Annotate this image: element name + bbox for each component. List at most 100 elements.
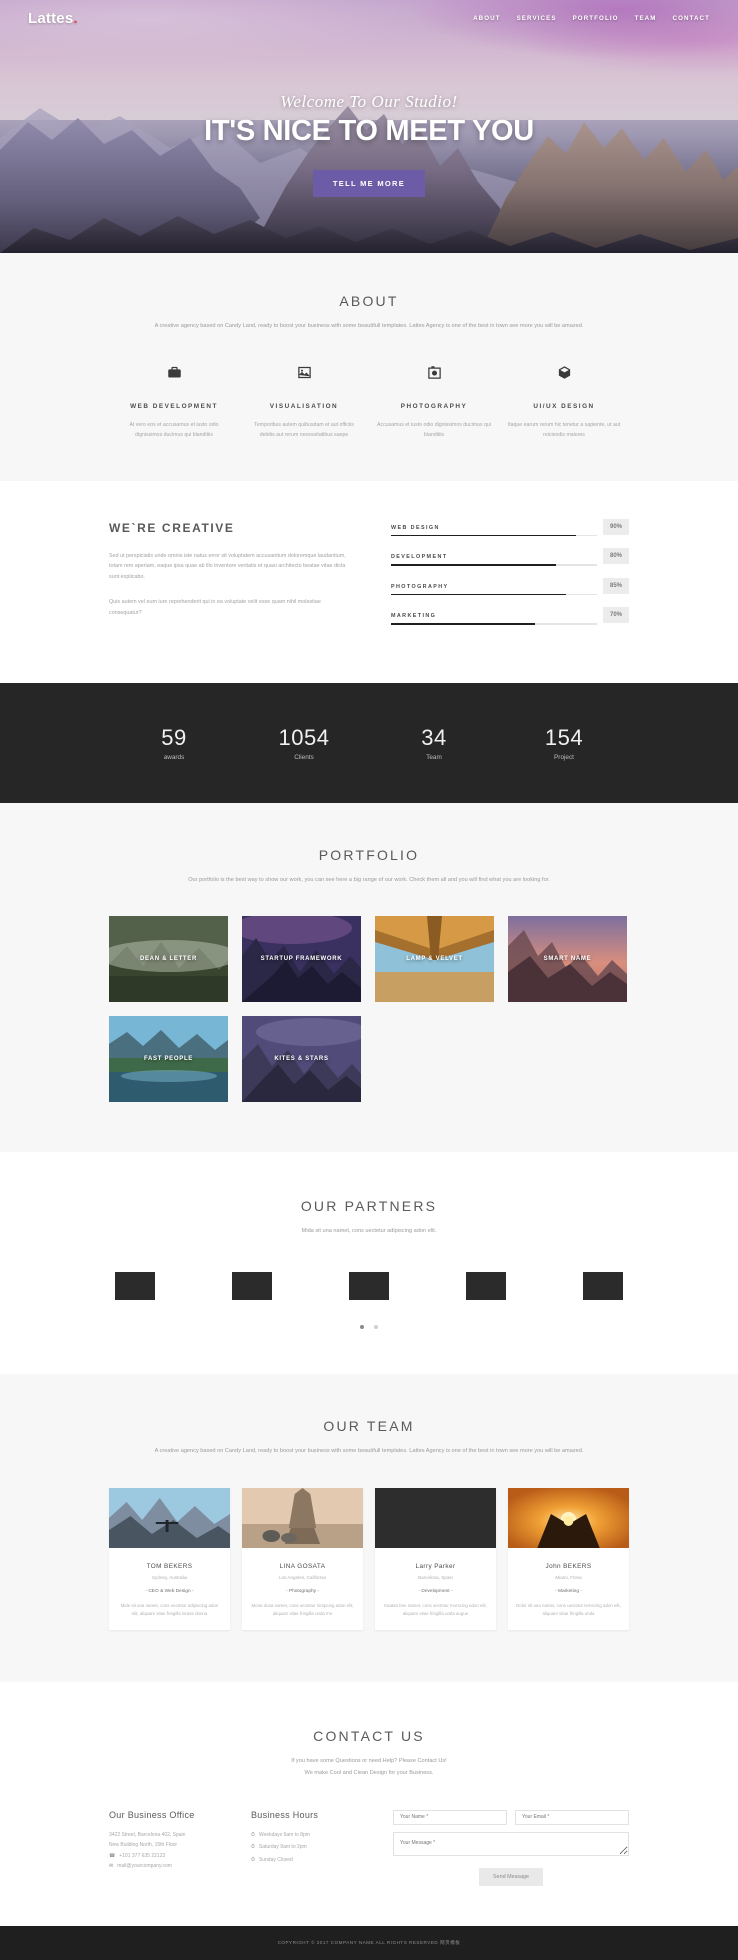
mail-icon: ✉ <box>109 1863 114 1870</box>
creative-section: WE`RE CREATIVE Sed ut perspiciatis unde … <box>0 480 738 683</box>
hero-title: IT'S NICE TO MEET YOU <box>204 115 534 147</box>
service-title: UI/UX DESIGN <box>533 402 595 410</box>
member-role: - Marketing - <box>555 1588 582 1594</box>
hours-weekdays: ⏱ Weekdays 9am to 8pm <box>251 1830 371 1841</box>
hours-text: Sunday Closed <box>258 1856 293 1863</box>
email-input[interactable] <box>515 1809 629 1825</box>
member-photo <box>375 1487 496 1548</box>
carousel-dot-2[interactable] <box>374 1325 379 1330</box>
nav-link-team[interactable]: TEAM <box>635 15 657 22</box>
counter-value: 34 <box>421 724 447 750</box>
skill-fill <box>391 534 577 537</box>
member-description: Mona dona namet, cons uectetur lorspcing… <box>251 1602 354 1617</box>
skill-photography: PHOTOGRAPHY 85% <box>391 577 629 596</box>
contact-description-line1: If you have some Questions or need Help?… <box>291 1758 447 1765</box>
send-message-button[interactable]: Send Message <box>479 1867 543 1886</box>
portfolio-item-label: SMART NAME <box>543 956 592 963</box>
skill-development: DEVELOPMENT 80% <box>391 548 629 566</box>
partner-logo-2[interactable] <box>232 1272 272 1301</box>
hours-saturday: ⏱ Saturday 9am to 2pm <box>251 1842 371 1853</box>
office-address-line1: 3422 Street, Barcelona 402, Spain <box>109 1831 186 1838</box>
hours-sunday: ⏱ Sunday Closed <box>251 1855 371 1866</box>
team-member-card[interactable]: TOM BEKERS Sydney, Australia - CEO & Web… <box>109 1487 230 1631</box>
hours-text: Weekdays 9am to 8pm <box>258 1831 310 1838</box>
partners-carousel-dots <box>109 1316 629 1334</box>
office-phone[interactable]: ☎ +101 377 635 22123 <box>109 1851 229 1862</box>
cube-icon <box>507 365 621 383</box>
nav-link-contact[interactable]: CONTACT <box>673 15 711 22</box>
nav-link-about[interactable]: ABOUT <box>473 15 501 22</box>
about-section: ABOUT A creative agency based on Candy L… <box>0 253 738 481</box>
portfolio-item-smart-name[interactable]: SMART NAME <box>508 916 627 1003</box>
skill-track <box>391 593 597 596</box>
service-title: WEB DEVELOPMENT <box>130 402 218 410</box>
counter-label: Team <box>426 753 442 761</box>
portfolio-description: Our portfolio is the best way to show ou… <box>188 876 550 883</box>
message-input[interactable] <box>393 1831 629 1856</box>
office-phone-text: +101 377 635 22123 <box>119 1852 166 1859</box>
portfolio-item-lamp-velvet[interactable]: LAMP & VELVET <box>375 916 494 1003</box>
partner-logo-5[interactable] <box>583 1272 623 1301</box>
about-title: ABOUT <box>339 293 399 309</box>
image-icon <box>247 365 361 383</box>
clock-icon: ⏱ <box>251 1831 255 1838</box>
contact-columns: Our Business Office 3422 Street, Barcelo… <box>109 1809 629 1886</box>
nav-link-portfolio[interactable]: PORTFOLIO <box>573 15 619 22</box>
portfolio-item-startup-framework[interactable]: STARTUP FRAMEWORK <box>242 916 361 1003</box>
service-card-visualisation[interactable]: VISUALISATION Temporibus autem quibusdam… <box>239 365 369 441</box>
counter-value: 1054 <box>278 724 330 750</box>
contact-section: CONTACT US If you have some Questions or… <box>0 1682 738 1926</box>
creative-paragraph-2: Quis autem vel eum iure reprehenderit qu… <box>109 598 321 616</box>
office-address-line2: New Building North, 15th Floor <box>109 1842 178 1849</box>
skill-percent: 80% <box>602 548 629 565</box>
member-name: Larry Parker <box>415 1562 456 1570</box>
partner-logo-1[interactable] <box>115 1272 155 1301</box>
member-location: Los Angeles, California <box>279 1574 326 1580</box>
office-email-text: mail@yourcompany.com <box>117 1863 172 1870</box>
service-card-uiux-design[interactable]: UI/UX DESIGN Itaque earum rerum hic tene… <box>499 365 629 441</box>
name-input[interactable] <box>393 1809 507 1825</box>
member-photo <box>508 1487 629 1548</box>
member-role: - CEO & Web Design - <box>145 1588 194 1594</box>
member-location: Miami, Floria <box>555 1574 582 1580</box>
carousel-dot-1[interactable] <box>359 1325 364 1330</box>
landing-page: Lattes. ABOUT SERVICES PORTFOLIO TEAM CO… <box>0 0 738 1960</box>
portfolio-section: PORTFOLIO Our portfolio is the best way … <box>0 802 738 1153</box>
hours-text: Saturday 9am to 2pm <box>258 1844 307 1851</box>
brand-dot: . <box>73 9 78 27</box>
service-desc: Temporibus autem quibusdam et aut offici… <box>254 421 354 439</box>
portfolio-item-kites-stars[interactable]: KITES & STARS <box>242 1016 361 1103</box>
member-photo <box>242 1487 363 1548</box>
team-member-card[interactable]: LINA GOSATA Los Angeles, California - Ph… <box>242 1487 363 1631</box>
skill-label: PHOTOGRAPHY <box>391 583 449 590</box>
nav-link-services[interactable]: SERVICES <box>517 15 557 22</box>
footer: COPYRIGHT © 2017 COMPANY NAME ALL RIGHTS… <box>0 1925 738 1960</box>
service-title: PHOTOGRAPHY <box>400 402 468 410</box>
skill-fill <box>391 593 567 596</box>
tell-me-more-button[interactable]: TELL ME MORE <box>312 169 426 197</box>
team-grid: TOM BEKERS Sydney, Australia - CEO & Web… <box>109 1487 629 1631</box>
brand-name: Lattes <box>28 9 74 27</box>
skill-label: WEB DESIGN <box>391 524 440 531</box>
member-photo <box>109 1487 230 1548</box>
partner-logo-3[interactable] <box>349 1272 389 1301</box>
hero-content: Welcome To Our Studio! IT'S NICE TO MEET… <box>0 92 738 197</box>
service-desc: At vero eos et accusamus et iusto odio d… <box>129 421 219 439</box>
partners-title: OUR PARTNERS <box>300 1198 438 1215</box>
counter-value: 59 <box>161 724 187 750</box>
office-email[interactable]: ✉ mail@yourcompany.com <box>109 1861 229 1872</box>
team-member-card[interactable]: John BEKERS Miami, Floria - Marketing - … <box>508 1487 629 1631</box>
service-card-photography[interactable]: PHOTOGRAPHY Accusamus et iusto odio dign… <box>369 365 499 441</box>
service-card-web-development[interactable]: WEB DEVELOPMENT At vero eos et accusamus… <box>109 365 239 441</box>
member-name: LINA GOSATA <box>279 1562 326 1570</box>
counter-team: 34 Team <box>369 725 499 761</box>
contact-form: Send Message <box>393 1809 629 1886</box>
team-member-card[interactable]: Larry Parker Barcelona, Spain - Developm… <box>375 1487 496 1631</box>
partner-logo-4[interactable] <box>466 1272 506 1301</box>
brand-logo[interactable]: Lattes. <box>28 10 78 27</box>
creative-heading: WE`RE CREATIVE <box>109 520 235 535</box>
portfolio-item-dean-letter[interactable]: DEAN & LETTER <box>109 916 228 1003</box>
hours-heading: Business Hours <box>251 1809 319 1820</box>
portfolio-item-fast-people[interactable]: FAST PEOPLE <box>109 1016 228 1103</box>
member-description: Kaatan bne namet, cons uectetur morscing… <box>384 1602 487 1617</box>
